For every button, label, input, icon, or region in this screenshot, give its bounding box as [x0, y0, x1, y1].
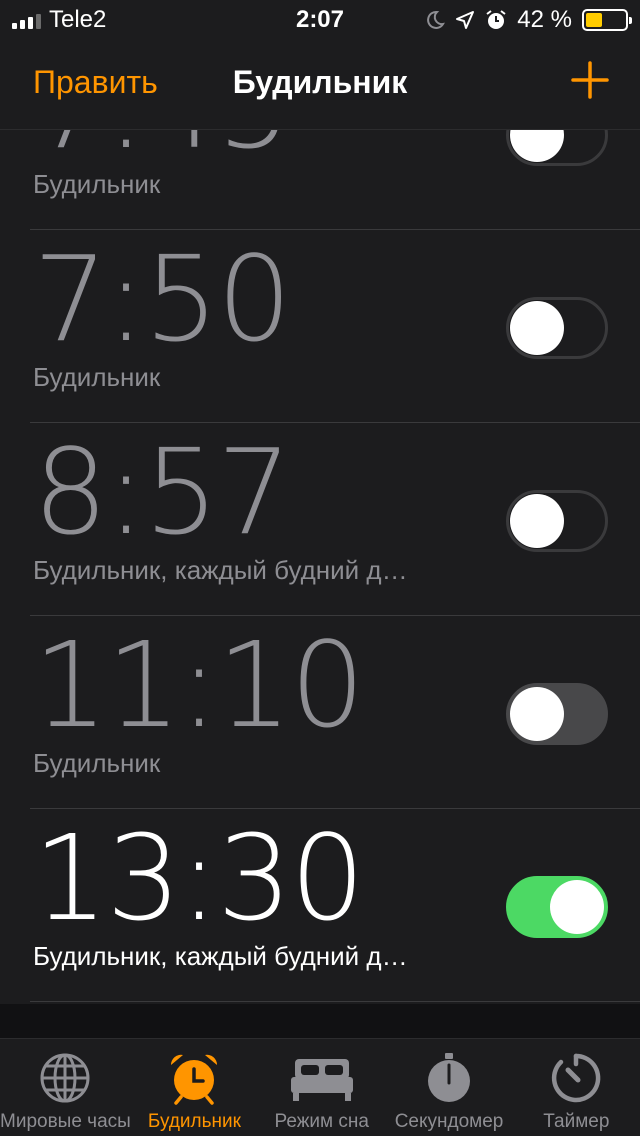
clock-app: 7:45 Будильник 7:50 Будильник 8:57 Будил…: [0, 0, 640, 1136]
alarm-toggle[interactable]: [506, 490, 608, 552]
add-alarm-button[interactable]: [570, 60, 610, 100]
location-icon: [456, 11, 475, 29]
toggle-knob: [510, 687, 564, 741]
alarm-row[interactable]: 7:50 Будильник: [30, 230, 640, 423]
page-title: Будильник: [232, 64, 408, 100]
toggle-knob: [550, 880, 604, 934]
alarm-row[interactable]: 13:30 Будильник, каждый будний д…: [30, 809, 640, 1002]
tab-world-clock[interactable]: Мировые часы: [0, 1039, 131, 1136]
alarm-label: Будильник: [33, 362, 161, 392]
tab-label: Секундомер: [394, 1111, 504, 1132]
alarm-time: 13:30: [33, 809, 365, 947]
signal-strength-icon: [12, 11, 41, 29]
alarm-time: 8:57: [33, 423, 292, 561]
tab-label: Режим сна: [274, 1111, 369, 1132]
list-footer: [0, 1004, 640, 1040]
alarm-time: 11:10: [33, 616, 365, 754]
status-right: 42 %: [425, 6, 632, 34]
alarm-toggle[interactable]: [506, 297, 608, 359]
alarm-time: 7:50: [33, 230, 292, 368]
alarm-row[interactable]: 11:10 Будильник: [30, 616, 640, 809]
status-bar: Tele2 2:07 42 %: [0, 0, 640, 40]
alarm-clock-icon: [171, 1054, 218, 1105]
alarm-row[interactable]: 8:57 Будильник, каждый будний д…: [30, 423, 640, 616]
tab-bar: Мировые часы Будильник Режим сна Секундо…: [0, 1038, 640, 1136]
tab-label: Мировые часы: [0, 1111, 131, 1132]
tab-stopwatch[interactable]: Секундомер: [385, 1039, 512, 1136]
alarm-label: Будильник, каждый будний д…: [33, 941, 408, 971]
tab-alarm[interactable]: Будильник: [131, 1039, 258, 1136]
tab-timer[interactable]: Таймер: [513, 1039, 640, 1136]
alarm-list: 7:45 Будильник 7:50 Будильник 8:57 Будил…: [0, 37, 640, 1002]
bed-icon: [290, 1059, 353, 1101]
tab-label: Будильник: [147, 1111, 241, 1132]
toggle-knob: [510, 301, 564, 355]
timer-icon: [552, 1053, 601, 1103]
alarm-label: Будильник: [33, 748, 161, 778]
battery-percent: 42 %: [517, 6, 572, 33]
alarm-toggle[interactable]: [506, 876, 608, 938]
alarm-toggle[interactable]: [506, 683, 608, 745]
navigation-bar: Править Будильник: [0, 40, 640, 130]
status-left: Tele2: [12, 6, 106, 34]
alarm-status-icon: [486, 10, 506, 29]
carrier-name: Tele2: [49, 6, 107, 33]
alarm-label: Будильник, каждый будний д…: [33, 555, 408, 585]
stopwatch-icon: [428, 1053, 471, 1102]
battery-level: [586, 13, 602, 27]
tab-bedtime[interactable]: Режим сна: [258, 1039, 385, 1136]
tab-label: Таймер: [543, 1111, 610, 1132]
toggle-knob: [510, 494, 564, 548]
battery-icon: [582, 9, 632, 31]
globe-icon: [40, 1053, 90, 1103]
alarm-label: Будильник: [33, 169, 161, 199]
do-not-disturb-icon: [427, 10, 446, 29]
